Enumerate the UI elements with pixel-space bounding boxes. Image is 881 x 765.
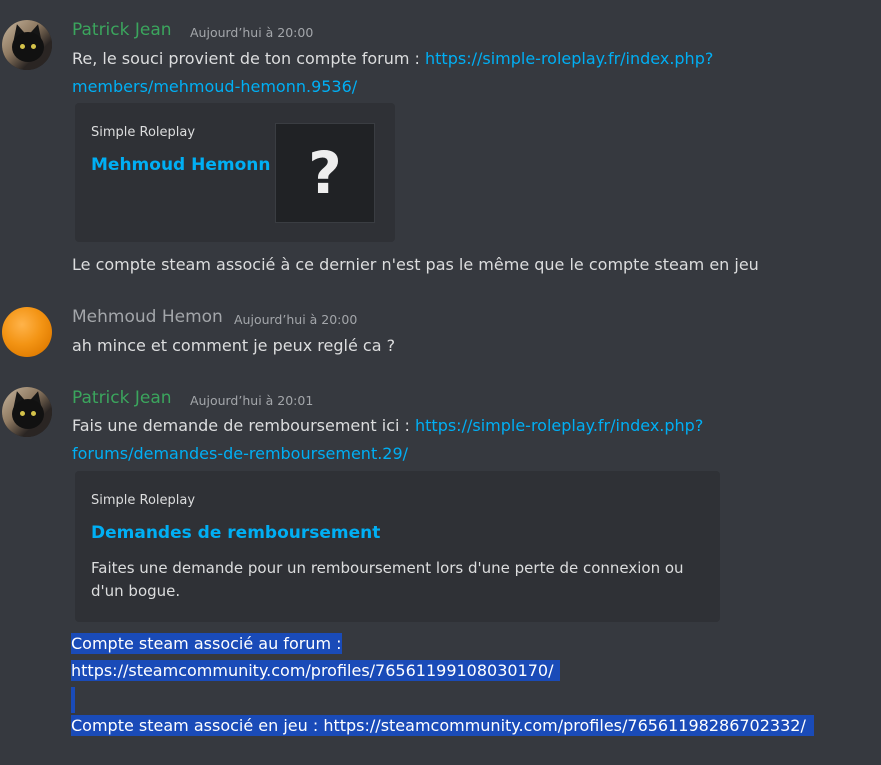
forum-link[interactable]: https://simple-roleplay.fr/index.php? — [415, 416, 703, 435]
selected-text-line: Compte steam associé au forum : — [71, 633, 342, 654]
author-name[interactable]: Mehmoud Hemon — [72, 307, 223, 327]
forum-link-cont[interactable]: members/mehmoud-hemonn.9536/ — [72, 77, 357, 96]
timestamp: Aujourd’hui à 20:00 — [234, 312, 358, 327]
message-text-prefix: Re, le souci provient de ton compte foru… — [72, 49, 426, 68]
forum-link[interactable]: https://simple-roleplay.fr/index.php? — [425, 49, 713, 68]
timestamp: Aujourd’hui à 20:01 — [190, 393, 314, 408]
avatar[interactable] — [2, 20, 52, 70]
embed-description-line: Faites une demande pour un remboursement… — [91, 559, 684, 577]
message-followup: Le compte steam associé à ce dernier n'e… — [72, 255, 759, 274]
embed-title[interactable]: Demandes de remboursement — [91, 523, 380, 543]
forum-link-cont[interactable]: forums/demandes-de-remboursement.29/ — [72, 444, 408, 463]
message-text-line2: members/mehmoud-hemonn.9536/ — [72, 73, 357, 100]
selected-text-line[interactable]: https://steamcommunity.com/profiles/7656… — [71, 657, 560, 684]
avatar[interactable] — [2, 307, 52, 357]
embed-thumbnail[interactable]: ? — [275, 123, 375, 223]
embed-description: Faites une demande pour un remboursement… — [91, 557, 701, 603]
embed-description-line: d'un bogue. — [91, 582, 181, 600]
message-text: ah mince et comment je peux reglé ca ? — [72, 336, 396, 355]
link-embed: Simple Roleplay Mehmoud Hemonn ? — [75, 103, 395, 242]
author-name[interactable]: Patrick Jean — [72, 20, 172, 40]
message-text-prefix: Fais une demande de remboursement ici : — [72, 416, 415, 435]
message-text: Re, le souci provient de ton compte foru… — [72, 45, 713, 72]
timestamp: Aujourd’hui à 20:00 — [190, 25, 314, 40]
author-name[interactable]: Patrick Jean — [72, 388, 172, 408]
selected-text-line — [71, 685, 75, 713]
avatar[interactable] — [2, 387, 52, 437]
selected-text-line[interactable]: Compte steam associé en jeu : https://st… — [71, 712, 814, 739]
link-embed: Simple Roleplay Demandes de remboursemen… — [75, 471, 720, 622]
embed-provider[interactable]: Simple Roleplay — [91, 125, 195, 140]
message-text-line2: forums/demandes-de-remboursement.29/ — [72, 440, 408, 467]
chat-messages: Patrick Jean Aujourd’hui à 20:00 Re, le … — [0, 0, 881, 765]
message-text: Fais une demande de remboursement ici : … — [72, 412, 703, 439]
embed-provider[interactable]: Simple Roleplay — [91, 493, 195, 508]
embed-title[interactable]: Mehmoud Hemonn — [91, 155, 271, 175]
